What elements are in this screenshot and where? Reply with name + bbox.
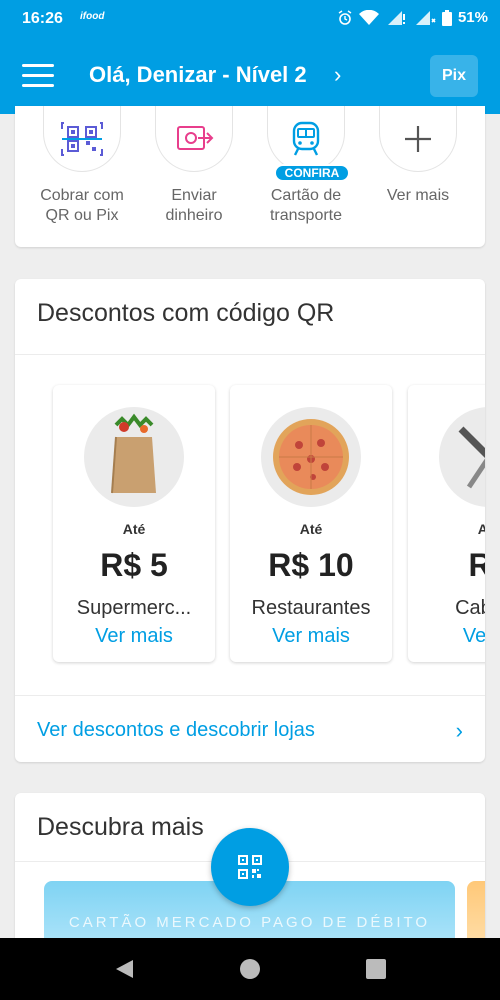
recents-icon[interactable] — [365, 958, 387, 980]
plus-icon[interactable] — [379, 106, 457, 172]
discounts-title: Descontos com código QR — [37, 299, 335, 327]
action-label: Cartão de transporte — [269, 187, 343, 224]
status-bar: 16:26 ifood 51% — [0, 0, 500, 38]
discount-value: R$ 5 — [100, 547, 168, 583]
discount-value: R$ — [468, 547, 485, 583]
ver-mais-link[interactable]: Ver m — [408, 625, 485, 648]
wifi-icon — [358, 9, 379, 25]
pix-button[interactable]: Pix — [430, 55, 478, 97]
grocery-bag-icon — [84, 407, 184, 507]
alarm-icon — [338, 9, 352, 25]
ver-descontos-link[interactable]: Ver descontos e descobrir lojas — [37, 719, 315, 742]
divider — [15, 695, 485, 696]
qr-code-icon — [238, 855, 262, 879]
greeting-title[interactable]: Olá, Denizar - Nível 2 — [89, 62, 307, 88]
discount-prefix: Até — [477, 521, 485, 537]
app-header: Olá, Denizar - Nível 2 › Pix — [0, 38, 500, 114]
divider — [15, 354, 485, 355]
qr-scan-button[interactable] — [211, 828, 289, 906]
discount-prefix: Até — [299, 521, 323, 537]
chevron-right-icon[interactable]: › — [334, 62, 341, 88]
transport-card-icon[interactable]: CONFIRA — [267, 106, 350, 182]
discount-item-restaurantes[interactable]: Até R$ 10 Restaurantes Ver mais — [230, 385, 392, 662]
battery-icon — [441, 9, 452, 26]
chevron-right-icon[interactable]: › — [456, 718, 463, 744]
android-nav-bar — [0, 938, 500, 1000]
discount-value: R$ 10 — [268, 547, 354, 583]
send-money-icon[interactable] — [155, 106, 233, 172]
confira-badge: CONFIRA — [274, 164, 350, 182]
discount-category: Supermerc... — [76, 597, 192, 619]
quick-actions-card: Cobrar com QR ou Pix Enviar dinheiro CON… — [15, 106, 485, 247]
signal-icon-2 — [415, 10, 436, 25]
ver-mais-link[interactable]: Ver mais — [53, 625, 215, 648]
hamburger-menu-icon[interactable] — [22, 64, 54, 88]
home-icon[interactable] — [239, 958, 261, 980]
discover-title: Descubra mais — [37, 813, 204, 841]
action-label: Enviar dinheiro — [165, 187, 223, 224]
status-time: 16:26 — [22, 10, 63, 27]
qr-code-icon[interactable] — [43, 106, 121, 172]
signal-icon — [387, 10, 405, 25]
discounts-card: Descontos com código QR Até R$ 5 Superme… — [15, 279, 485, 762]
discount-item-cabeleireiro[interactable]: Até R$ Cabelei Ver m — [408, 385, 485, 662]
status-icons: 51% — [338, 9, 488, 26]
ver-mais-link[interactable]: Ver mais — [230, 625, 392, 648]
scissors-comb-icon — [439, 407, 485, 507]
discount-category: Restaurantes — [251, 597, 371, 619]
discount-item-supermercado[interactable]: Até R$ 5 Supermerc... Ver mais — [53, 385, 215, 662]
action-label: Ver mais — [386, 187, 450, 204]
battery-percent: 51% — [457, 9, 488, 26]
discount-prefix: Até — [122, 521, 146, 537]
pizza-icon — [261, 407, 361, 507]
back-icon[interactable] — [113, 958, 135, 980]
notification-app-icon: ifood — [80, 11, 105, 22]
action-label: Cobrar com QR ou Pix — [40, 187, 124, 224]
banner-text: CARTÃO MERCADO PAGO DE DÉBITO — [68, 914, 431, 931]
discount-category: Cabelei — [455, 597, 485, 619]
